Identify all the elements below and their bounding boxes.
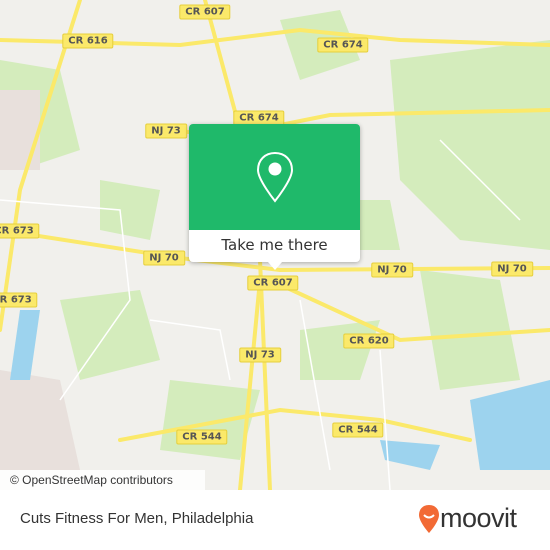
road-label: CR 544 bbox=[176, 429, 228, 445]
map-attribution[interactable]: © OpenStreetMap contributors bbox=[0, 470, 205, 490]
take-me-there-button[interactable]: Take me there bbox=[189, 230, 360, 262]
road-label: CR 673 bbox=[0, 292, 38, 308]
location-popup[interactable]: Take me there bbox=[189, 124, 360, 270]
road-label: CR 673 bbox=[0, 223, 40, 239]
road-label: NJ 70 bbox=[371, 262, 413, 278]
road-label: CR 616 bbox=[62, 33, 114, 49]
road-label: NJ 73 bbox=[145, 123, 187, 139]
moovit-pin-icon bbox=[419, 504, 439, 533]
road-label: NJ 70 bbox=[143, 250, 185, 266]
place-name: Cuts Fitness For Men, Philadelphia bbox=[20, 510, 254, 527]
road-label: NJ 73 bbox=[239, 347, 281, 363]
popup-header bbox=[189, 124, 360, 230]
moovit-logo-text: moovit bbox=[440, 503, 517, 533]
road-label: CR 620 bbox=[343, 333, 395, 349]
road-label: CR 674 bbox=[317, 37, 369, 53]
road-label: CR 607 bbox=[179, 4, 231, 20]
road-label: CR 607 bbox=[247, 275, 299, 291]
moovit-logo: moovit bbox=[418, 503, 517, 534]
road-label: NJ 70 bbox=[491, 261, 533, 277]
road-label: CR 544 bbox=[332, 422, 384, 438]
map-pin-icon bbox=[256, 151, 293, 203]
